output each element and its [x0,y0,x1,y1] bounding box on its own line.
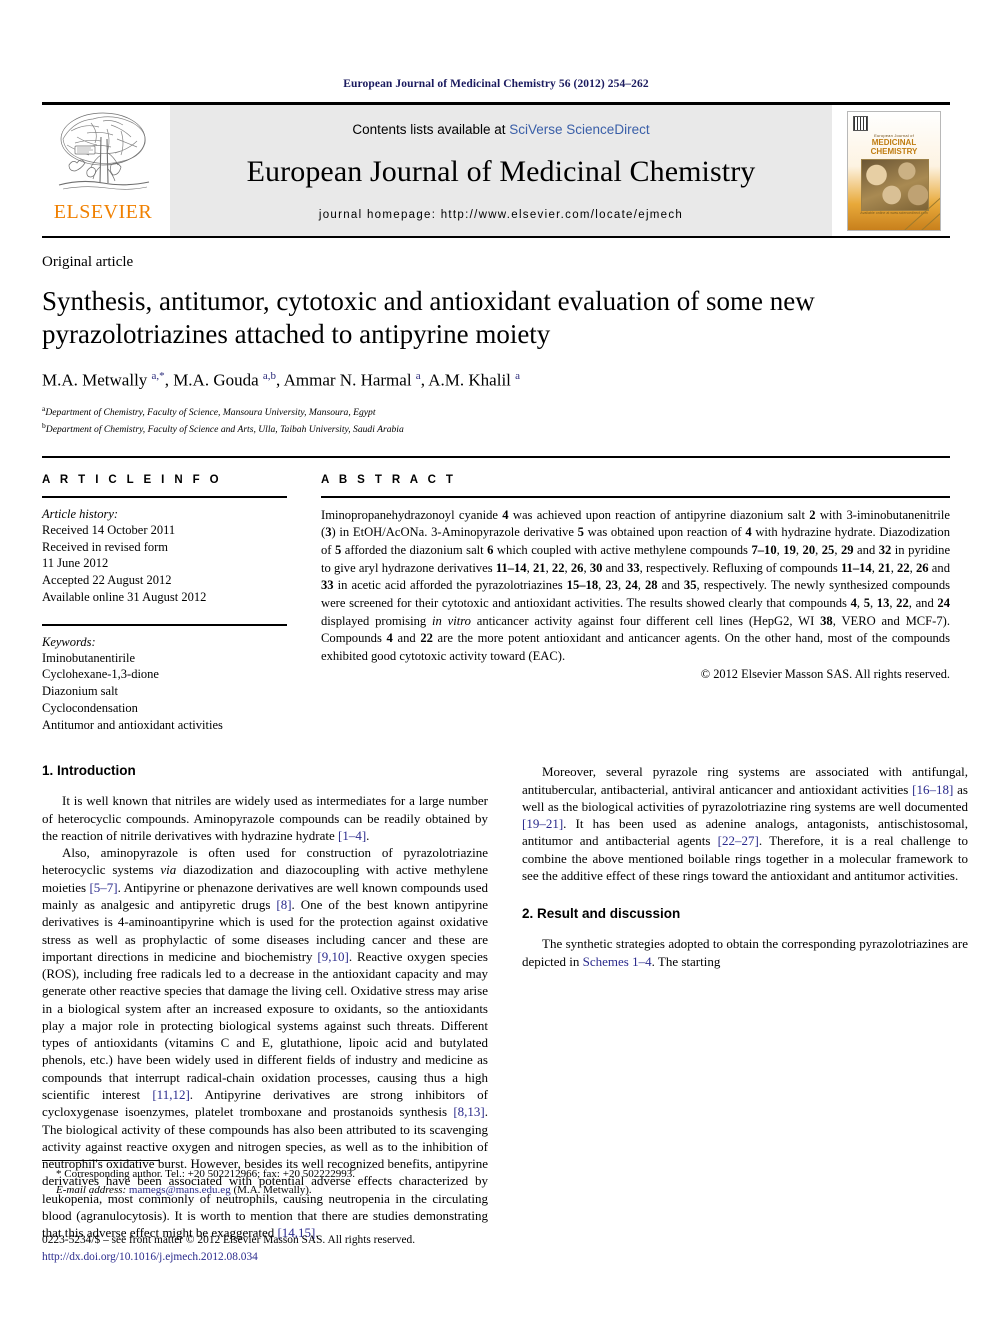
history-item: Received in revised form [42,539,168,554]
footnote-block: * Corresponding author. Tel.: +20 502212… [42,1160,488,1199]
affiliation-list: aDepartment of Chemistry, Faculty of Sci… [42,403,950,438]
keywords-list: Iminobutanentirile Cyclohexane-1,3-dione… [42,650,287,734]
elsevier-wordmark: ELSEVIER [53,201,153,223]
email-label: E-mail address: [56,1183,127,1196]
article-info-rule [42,495,287,498]
title-block: Original article Synthesis, antitumor, c… [42,238,950,438]
affiliation-b: bDepartment of Chemistry, Faculty of Sci… [42,420,950,438]
intro-paragraph-3: Moreover, several pyrazole ring systems … [522,764,968,883]
elsevier-tree-icon [58,112,150,190]
abstract-column: A B S T R A C T Iminopropanehydrazonoyl … [321,474,950,734]
keyword-item: Diazonium salt [42,684,119,698]
keywords-rule [42,623,287,626]
footnote-rule [42,1160,160,1161]
keyword-item: Iminobutanentirile [42,650,136,665]
journal-homepage[interactable]: journal homepage: http://www.elsevier.co… [319,209,683,221]
affiliation-text-b: Department of Chemistry, Faculty of Scie… [45,424,404,436]
footer-block: 0223-5234/$ – see front matter © 2012 El… [42,1232,562,1266]
body-column-right: Moreover, several pyrazole ring systems … [522,763,968,1241]
results-paragraph-1: The synthetic strategies adopted to obta… [522,936,968,969]
affiliation-text-a: Department of Chemistry, Faculty of Scie… [45,406,376,418]
corresponding-author-note: * Corresponding author. Tel.: +20 502212… [42,1167,488,1199]
cover-line-3: CHEMISTRY [870,146,918,156]
abstract-heading: A B S T R A C T [321,473,457,486]
article-info-column: A R T I C L E I N F O Article history: R… [42,474,287,734]
keywords-label: Keywords: [42,634,96,649]
journal-masthead: ELSEVIER Contents lists available at Sci… [42,102,950,236]
article-history-list: Received 14 October 2011 Received in rev… [42,522,287,606]
author-list: M.A. Metwally a,*, M.A. Gouda a,b, Ammar… [42,369,521,390]
section-heading-introduction: 1. Introduction [42,763,136,779]
keyword-item: Cyclohexane-1,3-dione [42,667,159,682]
cover-image: European Journal of MEDICINAL CHEMISTRY … [847,110,941,231]
abstract-rule [321,495,950,498]
contents-prefix: Contents lists available at [352,122,510,137]
affiliation-a: aDepartment of Chemistry, Faculty of Sci… [42,403,950,421]
article-info-heading: A R T I C L E I N F O [42,473,223,486]
history-item: Accepted 22 August 2012 [42,573,172,587]
elsevier-logo: ELSEVIER [42,105,164,236]
abstract-copyright: © 2012 Elsevier Masson SAS. All rights r… [700,667,950,682]
journal-cover-thumbnail: European Journal of MEDICINAL CHEMISTRY … [838,105,950,236]
cover-molecule-image [861,158,929,211]
email-link[interactable]: mamegs@mans.edu.eg [129,1184,231,1196]
abstract-text: Iminopropanehydrazonoyl cyanide 4 was ac… [321,507,951,663]
doi-link[interactable]: http://dx.doi.org/10.1016/j.ejmech.2012.… [42,1249,562,1266]
email-owner: (M.A. Metwally). [233,1183,312,1196]
keywords-block: Keywords: Iminobutanentirile Cyclohexane… [42,623,287,734]
cover-line-2: MEDICINAL [871,137,917,147]
sciencedirect-link[interactable]: SciVerse ScienceDirect [509,122,649,137]
email-line: E-mail address: mamegs@mans.edu.eg (M.A.… [42,1183,488,1199]
journal-band: Contents lists available at SciVerse Sci… [170,105,832,236]
journal-title: European Journal of Medicinal Chemistry [246,155,756,188]
keyword-item: Antitumor and antioxidant activities [42,717,223,732]
intro-paragraph-1: It is well known that nitriles are widel… [42,793,488,843]
history-item: Available online 31 August 2012 [42,589,207,604]
section-heading-results: 2. Result and discussion [522,906,681,922]
info-abstract-row: A R T I C L E I N F O Article history: R… [42,455,950,734]
history-item: 11 June 2012 [42,556,109,571]
running-head: European Journal of Medicinal Chemistry … [343,78,649,90]
issn-copyright-line: 0223-5234/$ – see front matter © 2012 El… [42,1234,416,1246]
cover-elsevier-mark-icon [853,115,868,131]
article-type: Original article [42,254,134,270]
keyword-item: Cyclocondensation [42,700,138,715]
paper-page: European Journal of Medicinal Chemistry … [0,0,992,1323]
contents-available-line: Contents lists available at SciVerse Sci… [352,122,649,137]
article-history-label: Article history: [42,506,119,521]
page-title: Synthesis, antitumor, cytotoxic and anti… [42,286,815,350]
corresponding-author-line: * Corresponding author. Tel.: +20 502212… [56,1168,355,1180]
history-item: Received 14 October 2011 [42,522,176,537]
